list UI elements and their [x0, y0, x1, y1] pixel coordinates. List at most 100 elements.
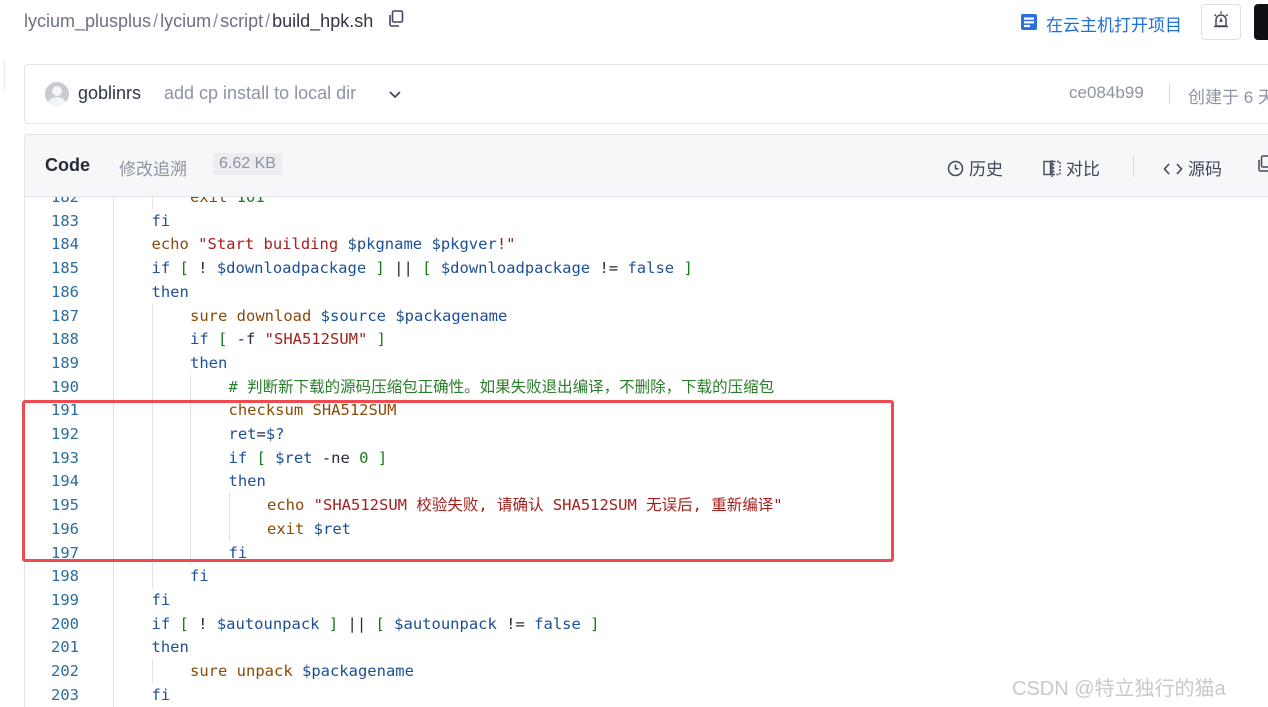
indent-guide [190, 375, 191, 399]
code-line: 187 sure download $source $packagename [25, 304, 1268, 328]
line-number[interactable]: 198 [25, 564, 79, 588]
code-token: [ [170, 259, 198, 277]
code-token: $packagename [395, 307, 507, 325]
breadcrumb-item-script[interactable]: script [220, 11, 263, 31]
file-size-badge: 6.62 KB [213, 153, 282, 175]
code-token: "Start building [198, 235, 347, 253]
line-number[interactable]: 201 [25, 635, 79, 659]
line-number[interactable]: 203 [25, 683, 79, 707]
code-line: 200 if [ ! $autounpack ] || [ $autounpack… [25, 612, 1268, 636]
code-token [386, 307, 395, 325]
code-token: ! [198, 615, 217, 633]
code-line: 201 then [25, 635, 1268, 659]
code-token: [ [170, 615, 198, 633]
compare-icon [1043, 160, 1066, 179]
code-line: 198 fi [25, 564, 1268, 588]
indent-guide [113, 232, 114, 256]
code-text: sure unpack $packagename [190, 659, 414, 683]
indent-guide [113, 564, 114, 588]
indent-guide [113, 375, 114, 399]
indent-guide [152, 327, 153, 351]
source-button[interactable]: 源码 [1163, 155, 1222, 180]
open-in-cloud-host-link[interactable]: 在云主机打开项目 [1020, 11, 1182, 36]
alarm-button[interactable] [1201, 4, 1241, 40]
code-token: ! [198, 259, 217, 277]
code-token: $autounpack [394, 615, 497, 633]
line-number[interactable]: 186 [25, 280, 79, 304]
code-token: || [348, 615, 367, 633]
breadcrumb-item-lycium[interactable]: lycium [160, 11, 211, 31]
code-token: $pkgver [431, 235, 496, 253]
line-number[interactable]: 182 [25, 196, 79, 209]
code-token: ] [581, 615, 600, 633]
breadcrumb-item-repo[interactable]: lycium_plusplus [24, 11, 151, 31]
line-number[interactable]: 202 [25, 659, 79, 683]
code-text: if [ -f "SHA512SUM" ] [190, 327, 386, 351]
indent-guide [113, 659, 114, 683]
code-token: false [627, 259, 674, 277]
breadcrumb-separator: / [153, 11, 158, 31]
code-token: ] [366, 259, 394, 277]
code-line: 185if [ ! $downloadpackage ] || [ $downl… [25, 256, 1268, 280]
code-text: then [190, 351, 227, 375]
code-line: 182exit 101 [25, 196, 1268, 209]
indent-guide [113, 683, 114, 707]
code-token: if [152, 259, 171, 277]
dark-action-button[interactable] [1254, 4, 1268, 40]
code-line: 189 then [25, 351, 1268, 375]
commit-message[interactable]: add cp install to local dir [164, 83, 356, 104]
code-brackets-icon [1163, 160, 1188, 179]
divider [1133, 155, 1134, 177]
code-line: 190 # 判断新下载的源码压缩包正确性。如果失败退出编译，不删除，下载的压缩包 [25, 375, 1268, 399]
line-number[interactable]: 188 [25, 327, 79, 351]
indent-guide [113, 327, 114, 351]
tab-blame[interactable]: 修改追溯 [119, 155, 187, 180]
indent-guide [152, 196, 153, 209]
code-token: [ [413, 259, 441, 277]
line-number[interactable]: 190 [25, 375, 79, 399]
indent-guide [113, 304, 114, 328]
code-token: -f [237, 330, 265, 348]
code-token: $source [321, 307, 386, 325]
code-token: then [190, 354, 227, 372]
line-number[interactable]: 200 [25, 612, 79, 636]
code-text: # 判断新下载的源码压缩包正确性。如果失败退出编译，不删除，下载的压缩包 [229, 375, 775, 399]
cloud-host-icon [1020, 13, 1038, 36]
copy-path-icon[interactable] [388, 10, 404, 32]
commit-hash[interactable]: ce084b99 [1069, 83, 1144, 103]
line-number[interactable]: 189 [25, 351, 79, 375]
indent-guide [113, 280, 114, 304]
file-header: Code 修改追溯 6.62 KB 历史 对比 源码 [24, 134, 1268, 196]
code-token: fi [190, 567, 209, 585]
line-number[interactable]: 187 [25, 304, 79, 328]
history-button[interactable]: 历史 [947, 155, 1003, 180]
line-number[interactable]: 199 [25, 588, 79, 612]
compare-button[interactable]: 对比 [1043, 155, 1100, 180]
code-token: ] [367, 330, 386, 348]
code-text: then [152, 280, 189, 304]
breadcrumb: lycium_plusplus/lycium/script/build_hpk.… [24, 11, 404, 32]
chevron-down-icon[interactable] [388, 87, 402, 105]
indent-guide [152, 659, 153, 683]
indent-guide [113, 588, 114, 612]
copy-file-button[interactable] [1257, 155, 1268, 175]
code-text: fi [190, 564, 209, 588]
code-text: then [152, 635, 189, 659]
line-number[interactable]: 184 [25, 232, 79, 256]
code-token: false [534, 615, 581, 633]
breadcrumb-current-file: build_hpk.sh [272, 11, 373, 31]
code-text: if [ ! $autounpack ] || [ $autounpack !=… [152, 612, 600, 636]
code-line: 199 fi [25, 588, 1268, 612]
code-token: sure download [190, 307, 321, 325]
sidebar-edge [0, 60, 5, 90]
avatar[interactable] [45, 82, 69, 106]
tab-code[interactable]: Code [45, 155, 90, 176]
line-number[interactable]: 185 [25, 256, 79, 280]
code-text: fi [152, 588, 171, 612]
line-number[interactable]: 183 [25, 209, 79, 233]
code-token: sure unpack [190, 662, 302, 680]
code-token: != [590, 259, 627, 277]
breadcrumb-separator: / [213, 11, 218, 31]
commit-author[interactable]: goblinrs [78, 83, 141, 104]
code-token: [ [366, 615, 394, 633]
